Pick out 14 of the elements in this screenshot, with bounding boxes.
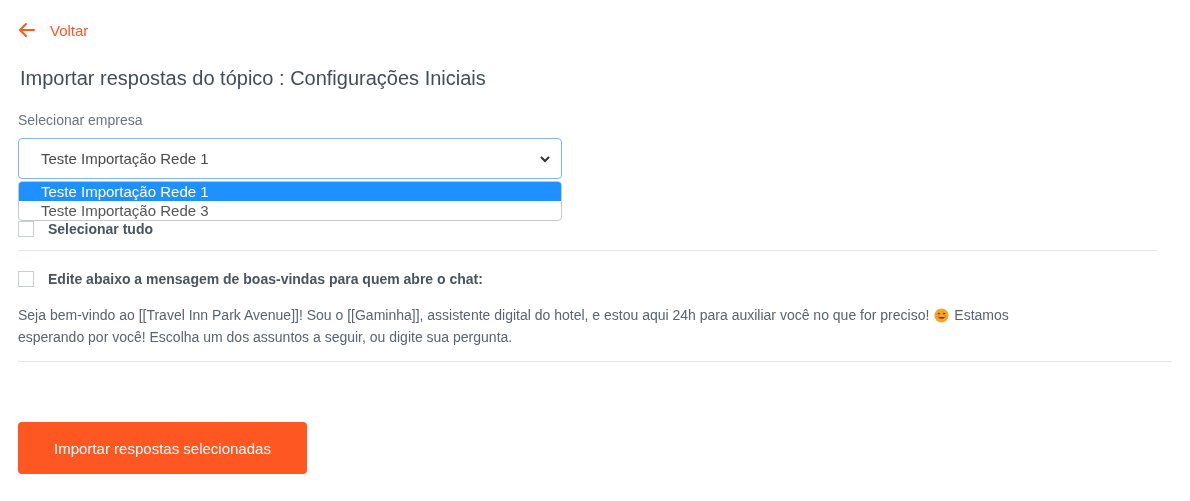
checkbox-label[interactable]: Selecionar tudo	[48, 221, 154, 237]
page-title: Importar respostas do tópico : Configurações Iniciais	[20, 67, 487, 90]
checkbox[interactable]	[18, 221, 34, 237]
dropdown-option[interactable]: Teste Importação Rede 3	[19, 201, 561, 220]
arrow-left-icon	[18, 21, 36, 39]
message-text: Estamos	[954, 306, 1009, 325]
field-label: Selecionar empresa	[18, 112, 144, 128]
checkbox-label[interactable]: Edite abaixo a mensagem de boas-vindas para quem abre o chat:	[48, 271, 483, 287]
chevron-down-icon	[539, 154, 551, 163]
message-text: esperando por você! Escolha um dos assuntos a seguir, ou digite sua pergunta.	[18, 328, 514, 347]
message-text: Seja bem-vindo ao [[Travel Inn Park Avenue]]! Sou o [[Gaminha]], assistente digital do hotel, e estou aqui 24h para auxiliar você no que for preciso!	[18, 306, 930, 325]
company-select[interactable]: Teste Importação Rede 1	[18, 138, 562, 179]
smiley-icon	[934, 307, 950, 323]
checkbox[interactable]	[18, 271, 34, 287]
